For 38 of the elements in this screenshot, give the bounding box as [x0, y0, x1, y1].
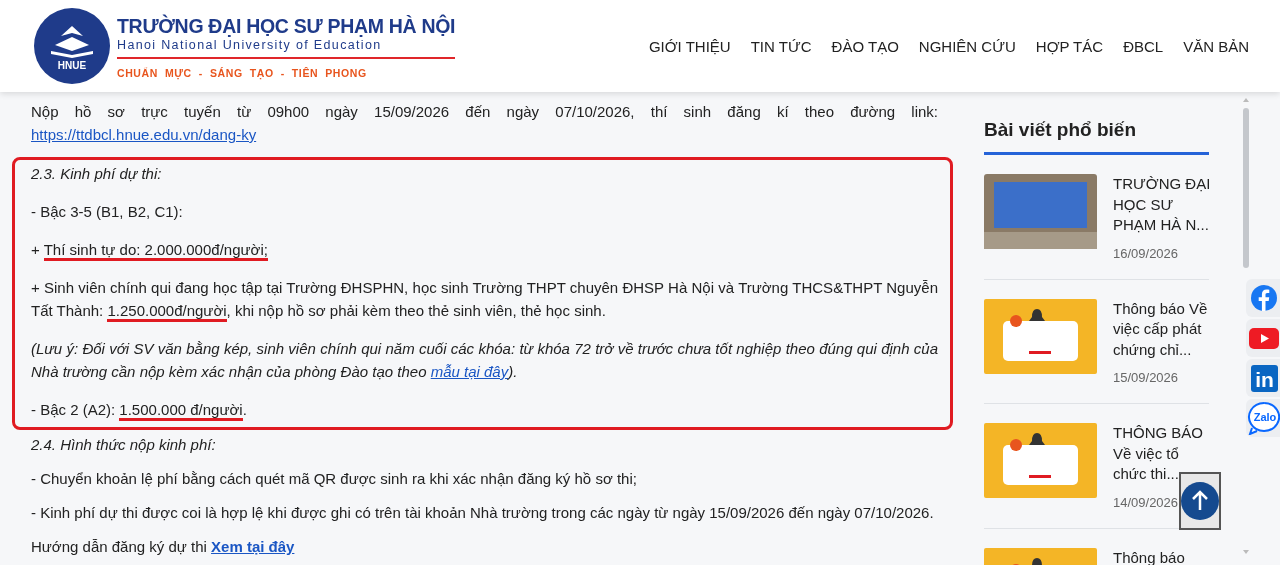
post-date: 16/09/2026: [1113, 245, 1180, 261]
post-date: 15/09/2026: [1113, 370, 1180, 385]
facebook-icon[interactable]: [1250, 284, 1278, 312]
post-date: 14/09/2026: [1113, 494, 1180, 510]
sidebar-heading: Bài viết phổ biến: [984, 118, 1209, 155]
university-name: TRƯỜNG ĐẠI HỌC SƯ PHẠM HÀ NỘI: [117, 13, 456, 38]
paragraph: Nộp hồ sơ trực tuyến từ 09h00 ngày 15/09/2026 đến ngày 07/10/2026, thí sinh đăng kí theo đường link: https://ttdbcl.hnue.edu.vn/dang-ky: [31, 102, 938, 145]
paragraph: - Bậc 3-5 (B1, B2, C1):: [31, 202, 184, 222]
post-title-link[interactable]: Thông báo Về việc cấp phát chứng chỉ...: [1113, 298, 1209, 360]
back-to-top-button[interactable]: [1179, 472, 1221, 530]
section-heading: 2.4. Hình thức nộp kinh phí:: [31, 435, 217, 455]
paragraph: Hướng dẫn đăng ký dự thi Xem tại đây: [31, 537, 296, 557]
scroll-bar[interactable]: [1240, 96, 1252, 556]
post-title-link[interactable]: TRƯỜNG ĐẠI HỌC SƯ PHẠM HÀ N...: [1113, 174, 1209, 236]
post-title-link[interactable]: THÔNG BÁO Về việc tổ chức thi...: [1113, 423, 1209, 485]
paragraph: - Chuyển khoản lệ phí bằng cách quét mã QR được sinh ra khi xác nhận đăng ký hồ sơ thi;: [31, 469, 638, 489]
university-logo: HNUE: [33, 7, 111, 85]
paragraph: + Thí sinh tự do: 2.000.000đ/người;: [31, 238, 938, 261]
paragraph: + Sinh viên chính qui đang học tập tại Trường ĐHSPHN, học sinh Trường THPT chuyên ĐHSP Hà Nội và Trường THCS&THPT Nguyễn Tất Thành: 1.250.000đ/người, khi nộp hồ sơ phải kèm theo thẻ sinh viên, thẻ học sinh.: [31, 276, 938, 322]
post-title-link[interactable]: Thông báo: [1113, 547, 1209, 565]
university-english-name: Hanoi National University of Education: [117, 37, 456, 59]
text-link[interactable]: Xem tại đây: [211, 538, 295, 555]
paragraph: - Kinh phí dự thi được coi là hợp lệ khi được ghi có trên tài khoản Nhà trường trong các ngày từ ngày 15/09/2026 đến ngày 07/10/2026.: [31, 503, 935, 523]
paragraph: - Bậc 2 (A2): 1.500.000 đ/người.: [31, 398, 938, 421]
section-heading: 2.3. Kinh phí dự thi:: [31, 164, 163, 184]
nav-link[interactable]: GIỚI THIỆU: [648, 37, 731, 55]
note-paragraph: (Lưu ý: Đối với SV văn bằng kép, sinh viên chính qui năm cuối các khóa: từ khóa 72 trở về trước chưa tốt nghiệp theo đúng qui định của Nhà trường cần nộp kèm xác nhận của phòng Đào tạo theo mẫu tại đây).: [31, 339, 938, 382]
nav-link[interactable]: VĂN BẢN: [1183, 37, 1249, 55]
text-link[interactable]: mẫu tại đây: [430, 363, 509, 380]
nav-link[interactable]: HỢP TÁC: [1035, 37, 1104, 55]
nav-link[interactable]: ĐBCL: [1123, 37, 1164, 55]
linkedin-icon[interactable]: in: [1250, 364, 1278, 392]
nav-link[interactable]: TIN TỨC: [750, 37, 812, 55]
text-link[interactable]: https://ttdbcl.hnue.edu.vn/dang-ky: [31, 126, 257, 143]
nav-link[interactable]: ĐÀO TẠO: [831, 37, 899, 55]
slogan: CHUẨN MỰC - SÁNG TẠO - TIÊN PHONG: [117, 66, 368, 79]
youtube-icon[interactable]: [1249, 327, 1279, 349]
nav-link[interactable]: NGHIÊN CỨU: [918, 37, 1016, 55]
